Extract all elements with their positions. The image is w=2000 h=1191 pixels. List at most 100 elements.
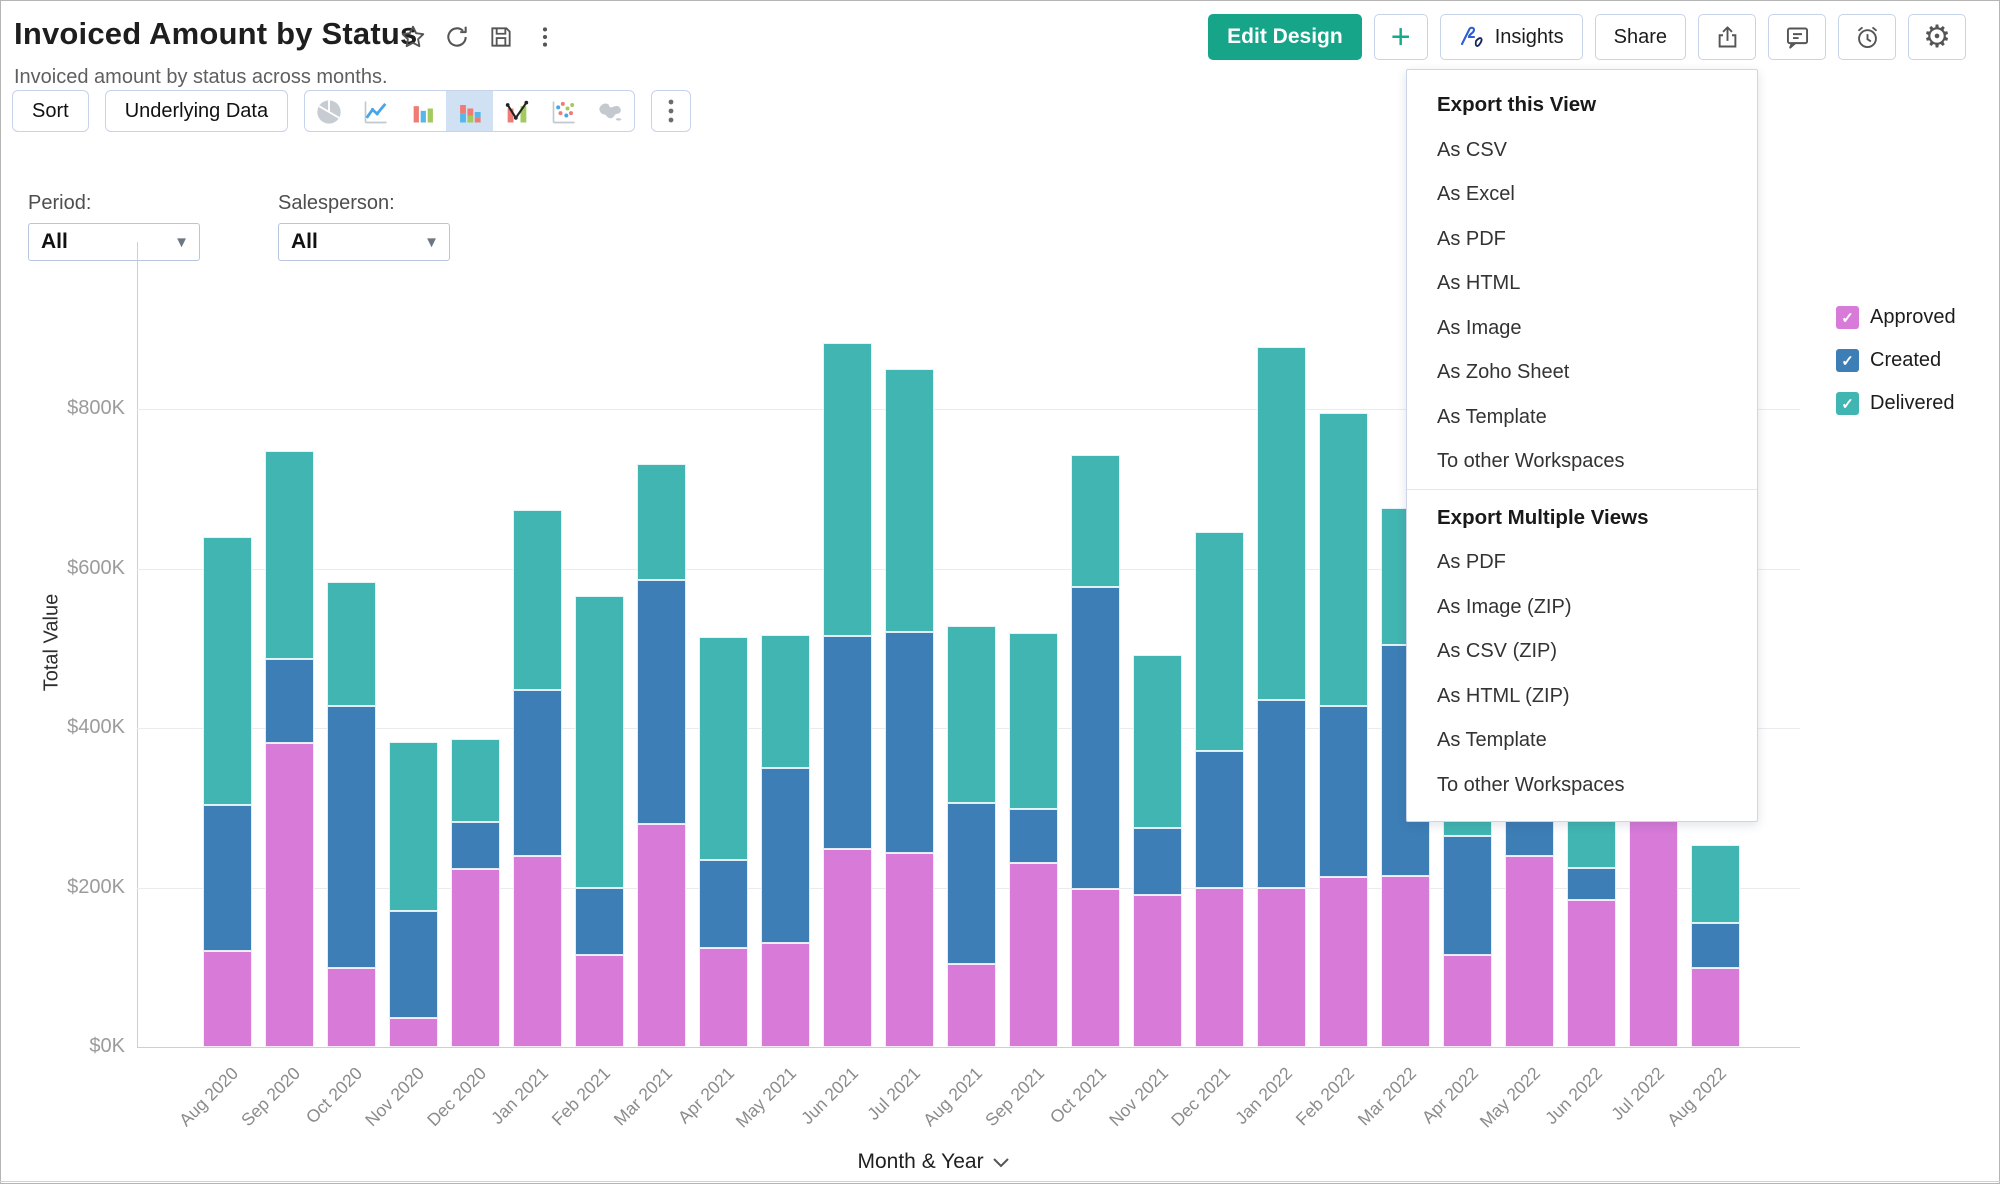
bar-segment-delivered[interactable]: [1071, 455, 1120, 587]
bar-segment-approved[interactable]: [1195, 888, 1244, 1047]
bar-segment-delivered[interactable]: [885, 369, 934, 632]
bar-segment-delivered[interactable]: [1133, 655, 1182, 828]
save-icon[interactable]: [488, 24, 514, 50]
bar-segment-created[interactable]: [1319, 706, 1368, 877]
bar-segment-delivered[interactable]: [1319, 413, 1368, 706]
edit-design-button[interactable]: Edit Design: [1208, 14, 1362, 60]
bar-segment-approved[interactable]: [761, 943, 810, 1047]
bar-segment-delivered[interactable]: [1691, 845, 1740, 922]
chart-type-line-chart-icon[interactable]: [352, 91, 399, 132]
bar-segment-delivered[interactable]: [513, 510, 562, 689]
legend-checkbox-icon[interactable]: ✓: [1836, 306, 1859, 329]
bar-segment-created[interactable]: [699, 860, 748, 948]
bar-segment-approved[interactable]: [513, 856, 562, 1047]
bar-segment-approved[interactable]: [1071, 889, 1120, 1047]
legend-checkbox-icon[interactable]: ✓: [1836, 349, 1859, 372]
add-view-button[interactable]: +: [1374, 14, 1428, 60]
chart-type-scatter-chart-icon[interactable]: [540, 91, 587, 132]
export-menu-item[interactable]: To other Workspaces: [1407, 439, 1757, 484]
bar-segment-approved[interactable]: [699, 948, 748, 1047]
chart-type-pie-chart-icon[interactable]: [305, 91, 352, 132]
bar-sep-2021[interactable]: [1009, 633, 1058, 1047]
export-menu-item[interactable]: As Zoho Sheet: [1407, 350, 1757, 395]
x-axis-title-control[interactable]: Month & Year: [858, 1150, 1010, 1174]
bar-segment-created[interactable]: [265, 659, 314, 744]
bar-segment-created[interactable]: [1691, 923, 1740, 968]
export-menu-item[interactable]: As PDF: [1407, 540, 1757, 585]
bar-segment-approved[interactable]: [1629, 819, 1678, 1047]
export-menu-item[interactable]: As HTML (ZIP): [1407, 674, 1757, 719]
chart-type-combo-chart-icon[interactable]: [493, 91, 540, 132]
export-menu-item[interactable]: As CSV: [1407, 128, 1757, 173]
bar-apr-2022[interactable]: [1443, 784, 1492, 1047]
bar-segment-delivered[interactable]: [575, 596, 624, 889]
bar-segment-created[interactable]: [389, 911, 438, 1017]
bar-segment-created[interactable]: [1133, 828, 1182, 895]
bar-segment-delivered[interactable]: [1195, 532, 1244, 751]
bar-segment-delivered[interactable]: [1257, 347, 1306, 700]
bar-oct-2020[interactable]: [327, 582, 376, 1047]
export-menu-item[interactable]: As Template: [1407, 395, 1757, 440]
export-menu-item[interactable]: As Image: [1407, 306, 1757, 351]
bar-segment-approved[interactable]: [451, 869, 500, 1047]
more-options-kebab-icon[interactable]: [532, 24, 558, 50]
bar-nov-2020[interactable]: [389, 742, 438, 1047]
bar-segment-delivered[interactable]: [699, 637, 748, 860]
bar-apr-2021[interactable]: [699, 637, 748, 1047]
bar-segment-approved[interactable]: [1567, 900, 1616, 1047]
bar-segment-approved[interactable]: [1257, 888, 1306, 1048]
chart-type-map-chart-icon[interactable]: [587, 91, 634, 132]
bar-segment-created[interactable]: [451, 822, 500, 869]
bar-dec-2021[interactable]: [1195, 532, 1244, 1047]
bar-aug-2020[interactable]: [203, 537, 252, 1047]
more-chart-types-kebab-icon[interactable]: [651, 90, 691, 132]
bar-segment-created[interactable]: [203, 805, 252, 952]
export-menu-item[interactable]: As Template: [1407, 718, 1757, 763]
bar-segment-delivered[interactable]: [1009, 633, 1058, 808]
bar-segment-delivered[interactable]: [761, 635, 810, 768]
bar-segment-approved[interactable]: [265, 743, 314, 1047]
bar-segment-approved[interactable]: [203, 951, 252, 1047]
bar-mar-2021[interactable]: [637, 464, 686, 1047]
bar-segment-approved[interactable]: [1009, 863, 1058, 1047]
export-menu-item[interactable]: As PDF: [1407, 217, 1757, 262]
bar-segment-created[interactable]: [513, 690, 562, 856]
export-menu-item[interactable]: To other Workspaces: [1407, 763, 1757, 808]
bar-aug-2022[interactable]: [1691, 845, 1740, 1047]
bar-segment-approved[interactable]: [823, 849, 872, 1047]
bar-segment-approved[interactable]: [1691, 968, 1740, 1047]
bar-aug-2021[interactable]: [947, 626, 996, 1047]
bar-segment-delivered[interactable]: [947, 626, 996, 803]
share-button[interactable]: Share: [1595, 14, 1686, 60]
bar-segment-created[interactable]: [761, 768, 810, 943]
bar-feb-2022[interactable]: [1319, 413, 1368, 1047]
settings-button[interactable]: ⚙: [1908, 14, 1966, 60]
bar-jul-2021[interactable]: [885, 369, 934, 1047]
chart-type-bar-chart-icon[interactable]: [399, 91, 446, 132]
bar-segment-approved[interactable]: [637, 824, 686, 1047]
legend-item-delivered[interactable]: ✓Delivered: [1836, 392, 1956, 415]
bar-segment-approved[interactable]: [1319, 877, 1368, 1047]
bar-jan-2022[interactable]: [1257, 347, 1306, 1047]
underlying-data-button[interactable]: Underlying Data: [105, 90, 288, 132]
bar-segment-approved[interactable]: [575, 955, 624, 1047]
bar-segment-created[interactable]: [1195, 751, 1244, 888]
legend-item-approved[interactable]: ✓Approved: [1836, 306, 1956, 329]
bar-segment-created[interactable]: [1009, 809, 1058, 863]
bar-segment-approved[interactable]: [885, 853, 934, 1047]
refresh-icon[interactable]: [444, 24, 470, 50]
insights-button[interactable]: Insights: [1440, 14, 1583, 60]
export-menu-item[interactable]: As CSV (ZIP): [1407, 629, 1757, 674]
bar-segment-created[interactable]: [575, 888, 624, 955]
export-button[interactable]: [1698, 14, 1756, 60]
export-menu-item[interactable]: As HTML: [1407, 261, 1757, 306]
bar-segment-delivered[interactable]: [451, 739, 500, 822]
filter-period-select[interactable]: All ▼: [28, 223, 200, 261]
bar-jun-2021[interactable]: [823, 343, 872, 1047]
bar-sep-2020[interactable]: [265, 451, 314, 1047]
bar-nov-2021[interactable]: [1133, 655, 1182, 1047]
legend-checkbox-icon[interactable]: ✓: [1836, 392, 1859, 415]
bar-segment-created[interactable]: [1257, 700, 1306, 887]
bar-segment-delivered[interactable]: [327, 582, 376, 706]
bar-dec-2020[interactable]: [451, 739, 500, 1047]
